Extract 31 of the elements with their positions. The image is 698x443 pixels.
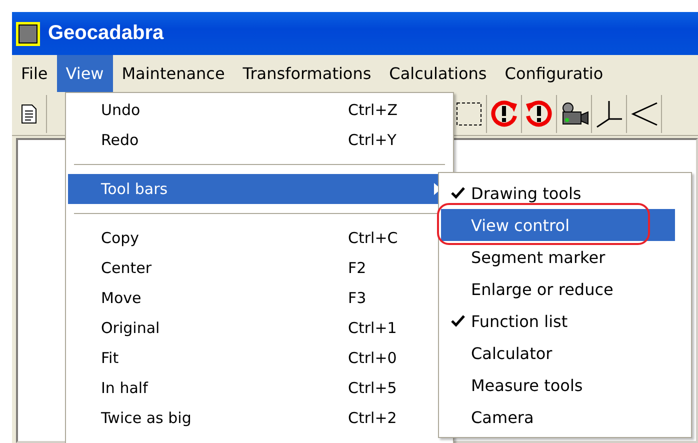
shortcut-label: Ctrl+Y — [348, 131, 396, 149]
menu-item[interactable]: Configuratio — [496, 55, 612, 92]
axes-icon[interactable] — [594, 98, 624, 128]
selection-icon[interactable] — [456, 102, 482, 126]
menu-item[interactable]: Function list — [441, 305, 675, 337]
menu-item[interactable]: View control — [441, 209, 675, 241]
shortcut-label: Ctrl+Z — [348, 101, 398, 119]
menu-item[interactable]: Calculator — [441, 337, 675, 369]
menu-item[interactable]: Measure tools — [441, 369, 675, 401]
rotate-right-icon[interactable] — [489, 98, 519, 128]
window-title: Geocadabra — [48, 22, 164, 45]
shortcut-label: Ctrl+0 — [348, 349, 397, 367]
app-icon — [16, 22, 40, 46]
document-icon[interactable] — [21, 104, 37, 124]
shortcut-label: Ctrl+2 — [348, 409, 397, 427]
menu-item[interactable]: View — [56, 55, 113, 92]
menu-item[interactable]: Camera — [441, 401, 675, 433]
menu-item[interactable]: Undo Ctrl+Z — [68, 95, 451, 125]
shortcut-label: F3 — [348, 289, 366, 307]
menu-item[interactable]: File — [12, 55, 57, 92]
rotate-left-icon[interactable] — [524, 98, 554, 128]
shortcut-label: F2 — [348, 259, 366, 277]
menu-item[interactable]: Enlarge or reduce — [441, 273, 675, 305]
menu-item[interactable]: Calculations — [380, 55, 496, 92]
menu-item[interactable]: Redo Ctrl+Y — [68, 125, 451, 155]
menu-item[interactable]: Segment marker — [441, 241, 675, 273]
menu-item[interactable]: Maintenance — [112, 55, 234, 92]
shortcut-label: Ctrl+C — [348, 229, 398, 247]
shortcut-label: Ctrl+5 — [348, 379, 397, 397]
shortcut-label: Ctrl+1 — [348, 319, 397, 337]
menu-item[interactable]: Transformations — [234, 55, 380, 92]
